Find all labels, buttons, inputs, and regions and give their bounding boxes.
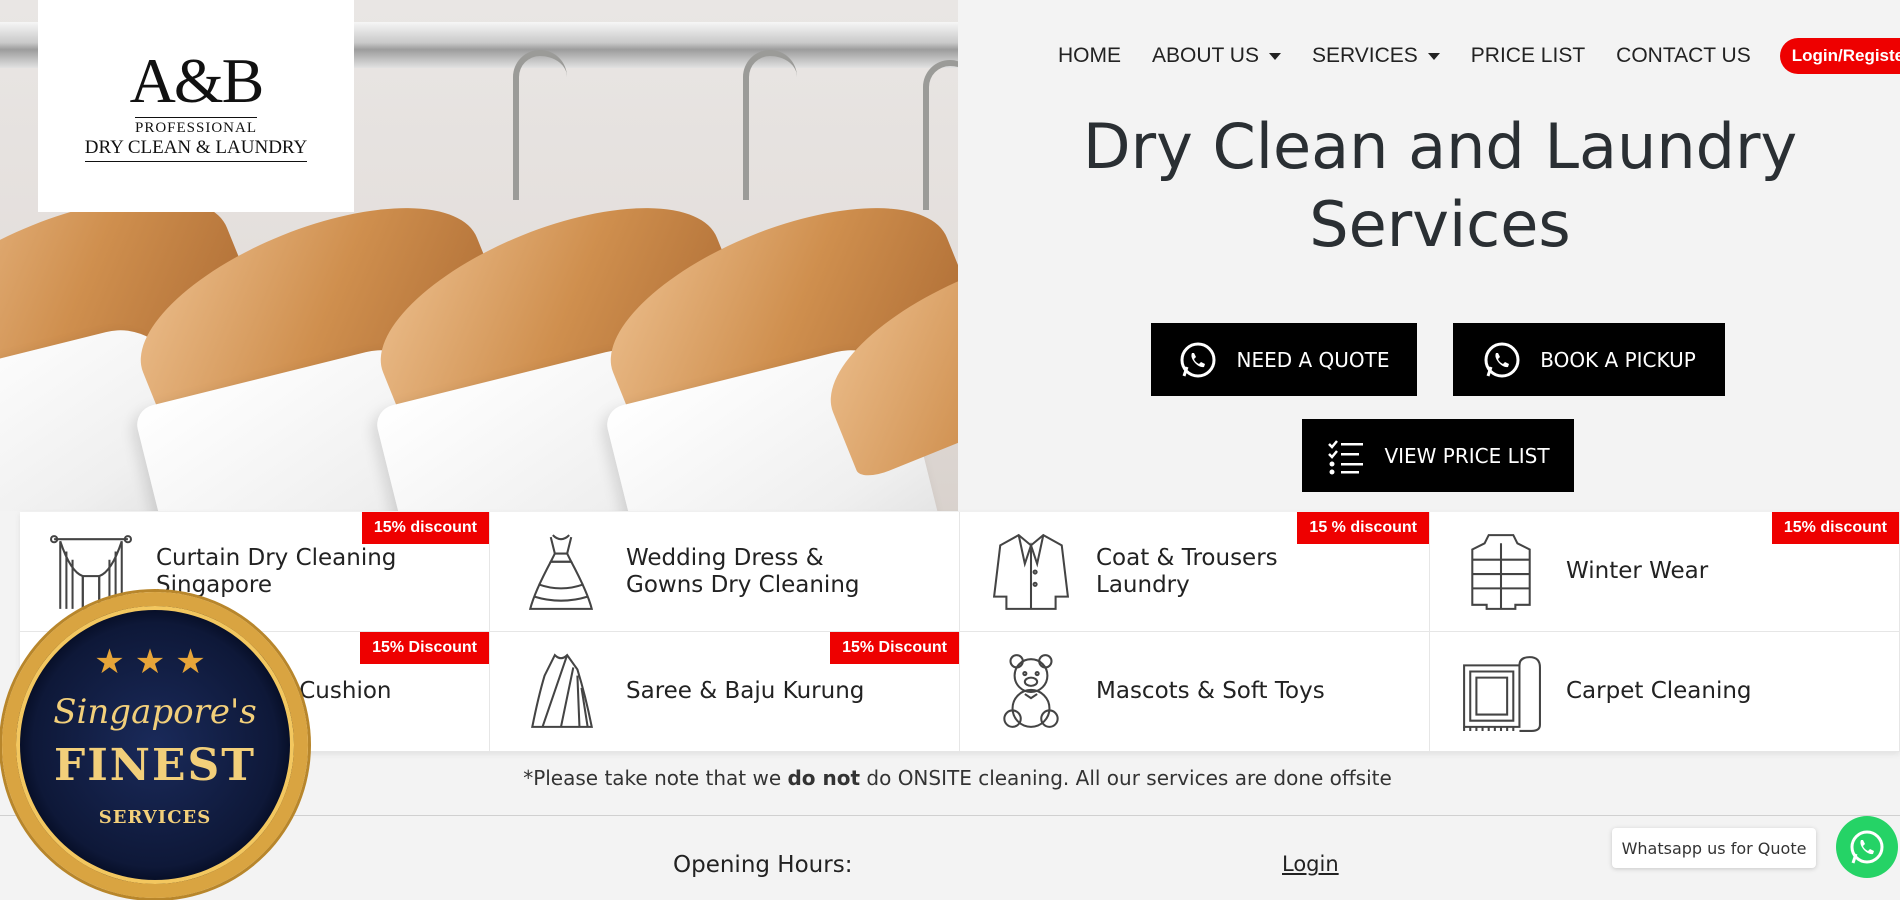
singapores-finest-seal[interactable]: ★★★ Singapore's FINEST SERVICES (2, 592, 308, 898)
seal-script: Singapore's (53, 692, 257, 732)
seal-finest: FINEST (53, 740, 257, 791)
nav-contact-us[interactable]: CONTACT US (1616, 44, 1751, 68)
coat-icon (992, 533, 1070, 610)
service-label-line-2: Laundry (1096, 571, 1190, 598)
discount-badge: 15 % discount (1297, 512, 1429, 544)
whatsapp-icon (1850, 830, 1884, 864)
opening-hours-heading: Opening Hours: (673, 852, 853, 878)
checklist-icon (1328, 439, 1364, 474)
nav-price-list-label: PRICE LIST (1470, 44, 1586, 67)
service-label-line-1: Winter Wear (1566, 558, 1709, 584)
hero-title-line-2: Services (1309, 188, 1571, 261)
service-label-line-1: Mascots & Soft Toys (1096, 678, 1325, 704)
hero-title: Dry Clean and Laundry Services (1000, 108, 1880, 264)
whatsapp-icon (1484, 342, 1520, 377)
nav-home-label: HOME (1058, 44, 1121, 67)
carpet-icon (1463, 655, 1541, 732)
service-winter-wear[interactable]: Winter Wear 15% discount (1430, 512, 1900, 632)
jacket-icon (1471, 533, 1531, 610)
service-label-line-1: Saree & Baju Kurung (626, 678, 865, 704)
service-label-line-2: Gowns Dry Cleaning (626, 571, 860, 598)
nav-about-us-label: ABOUT US (1152, 44, 1259, 67)
service-label-line-2: Singapore (156, 571, 273, 598)
service-saree-baju-kurung[interactable]: Saree & Baju Kurung 15% Discount (490, 632, 960, 752)
service-label: Winter Wear (1566, 558, 1708, 585)
note-prefix: *Please take note that we (523, 766, 788, 790)
note-bold: do not (787, 766, 861, 790)
service-label: Coat & Trousers Laundry (1096, 545, 1278, 599)
discount-badge: 15% Discount (830, 632, 959, 664)
book-a-pickup-button[interactable]: BOOK A PICKUP (1453, 323, 1725, 396)
stars-icon: ★★★ (94, 642, 216, 682)
teddy-bear-icon (1003, 653, 1059, 728)
service-wedding-dress[interactable]: Wedding Dress & Gowns Dry Cleaning (490, 512, 960, 632)
whatsapp-chat-button[interactable] (1836, 816, 1898, 878)
nav-contact-us-label: CONTACT US (1616, 44, 1751, 67)
footer-login-link[interactable]: Login (1282, 852, 1339, 876)
service-label: Carpet Cleaning (1566, 678, 1752, 705)
dress-icon (528, 533, 594, 610)
hero-title-line-1: Dry Clean and Laundry (1082, 110, 1798, 183)
discount-badge: 15% Discount (360, 632, 489, 664)
service-label: Curtain Dry Cleaning Singapore (156, 545, 396, 599)
service-mascots-soft-toys[interactable]: Mascots & Soft Toys (960, 632, 1430, 752)
view-price-list-label: VIEW PRICE LIST (1384, 443, 1550, 468)
whatsapp-icon (1180, 342, 1216, 377)
service-carpet-cleaning[interactable]: Carpet Cleaning (1430, 632, 1900, 752)
discount-badge: 15% discount (1771, 512, 1899, 544)
caret-down-icon (1268, 52, 1281, 60)
nav-price-list[interactable]: PRICE LIST (1471, 44, 1585, 68)
view-price-list-button[interactable]: VIEW PRICE LIST (1302, 419, 1574, 492)
service-label: Wedding Dress & Gowns Dry Cleaning (626, 545, 860, 599)
need-a-quote-label: NEED A QUOTE (1236, 347, 1390, 372)
service-label-line-1: Wedding Dress & (626, 544, 824, 571)
nav-home[interactable]: HOME (1058, 44, 1121, 68)
logo-line-1: PROFESSIONAL (134, 116, 258, 137)
login-register-button[interactable]: Login/Register (1779, 38, 1900, 74)
service-label-line-1: Coat & Trousers (1096, 544, 1278, 571)
whatsapp-tooltip[interactable]: Whatsapp us for Quote (1612, 828, 1816, 868)
service-label: Saree & Baju Kurung (626, 678, 864, 705)
nav-services[interactable]: SERVICES (1312, 44, 1440, 68)
service-label-line-1: Carpet Cleaning (1566, 678, 1752, 704)
book-a-pickup-label: BOOK A PICKUP (1540, 347, 1696, 372)
note-suffix: do ONSITE cleaning. All our services are… (860, 766, 1392, 790)
seal-services: SERVICES (98, 807, 212, 828)
main-nav: HOME ABOUT US SERVICES PRICE LIST CONTAC… (1058, 38, 1900, 74)
nav-about-us[interactable]: ABOUT US (1152, 44, 1281, 68)
saree-icon (531, 652, 594, 728)
brand-logo[interactable]: A&B PROFESSIONAL DRY CLEAN & LAUNDRY (38, 0, 354, 212)
discount-badge: 15% discount (361, 512, 489, 544)
service-label: Mascots & Soft Toys (1096, 678, 1325, 705)
service-label-line-1: Curtain Dry Cleaning (156, 544, 397, 571)
service-coat-trousers[interactable]: Coat & Trousers Laundry 15 % discount (960, 512, 1430, 632)
nav-services-label: SERVICES (1311, 44, 1418, 67)
logo-mark: A&B (129, 44, 265, 116)
logo-line-2: DRY CLEAN & LAUNDRY (84, 137, 308, 162)
caret-down-icon (1427, 52, 1440, 60)
need-a-quote-button[interactable]: NEED A QUOTE (1151, 323, 1417, 396)
